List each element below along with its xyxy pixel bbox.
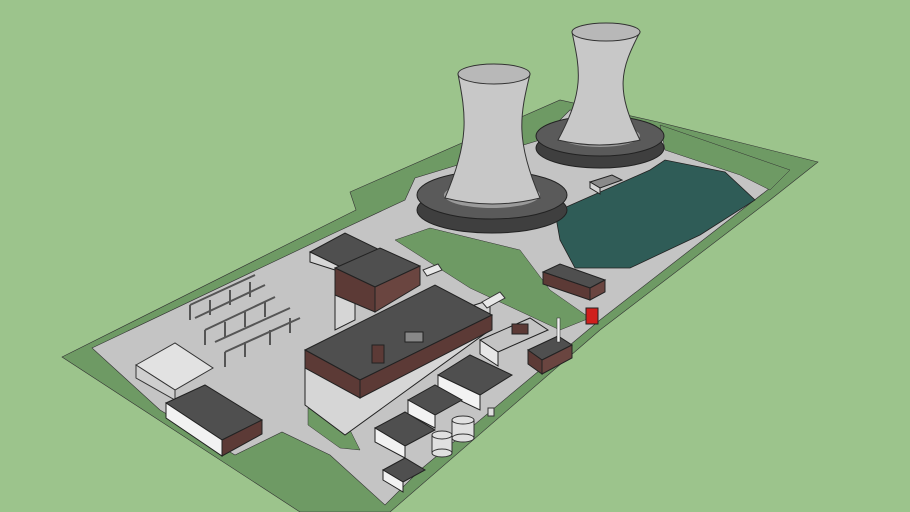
stack <box>556 317 561 343</box>
roof-unit <box>511 323 529 335</box>
roof-unit <box>404 331 424 343</box>
red-tank <box>585 307 599 325</box>
power-plant-model-view <box>0 0 910 512</box>
roof-unit <box>371 344 385 364</box>
